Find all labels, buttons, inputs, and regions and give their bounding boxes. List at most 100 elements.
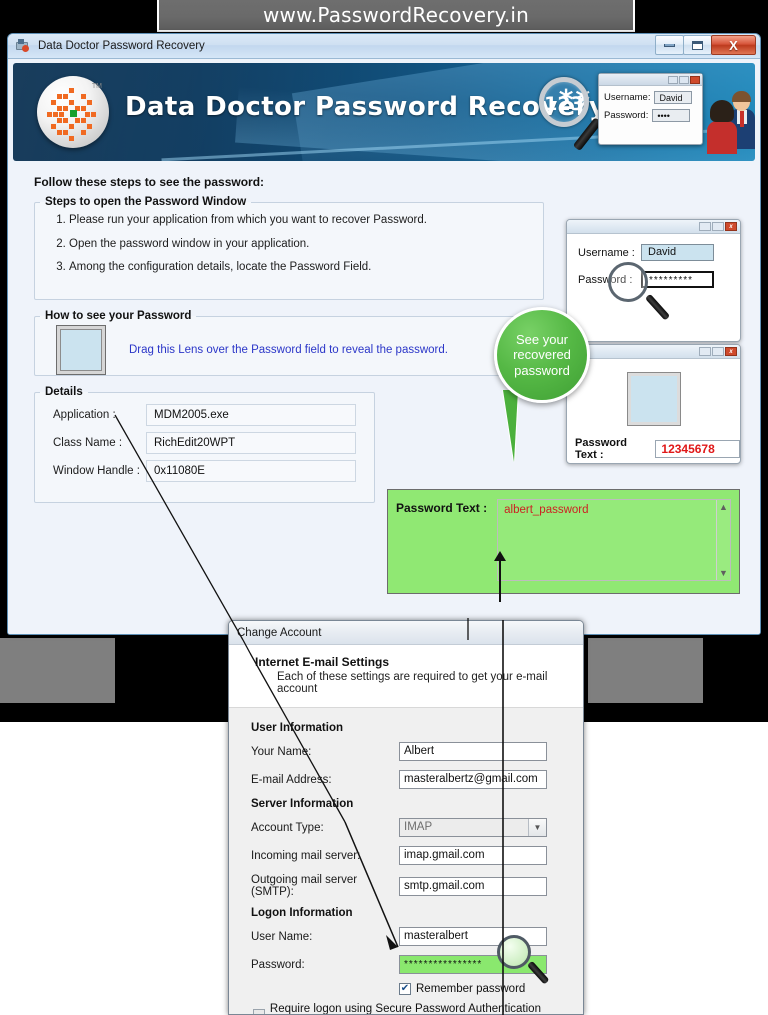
spa-label: Require logon using Secure Password Auth…: [269, 1003, 541, 1015]
window-handle-label: Window Handle :: [53, 465, 140, 477]
step-item: Please run your application from which y…: [69, 214, 543, 227]
steps-group: Steps to open the Password Window Please…: [34, 196, 544, 300]
close-button[interactable]: X: [711, 35, 756, 55]
site-url-text: www.PasswordRecovery.in: [262, 3, 530, 27]
callout-line-1: See your: [515, 332, 569, 348]
detail-row-class-name: Class Name : RichEdit20WPT: [53, 432, 374, 454]
instructions-heading: Follow these steps to see the password:: [34, 175, 265, 189]
banner-password-label: Password:: [604, 110, 649, 121]
minimize-icon: [664, 43, 675, 47]
callout-line-2: recovered: [513, 347, 571, 363]
step-item: Among the configuration details, locate …: [69, 261, 543, 274]
checkbox-empty-icon: [253, 1009, 265, 1014]
detail-row-application: Application : MDM2005.exe: [53, 404, 374, 426]
remember-password-checkbox[interactable]: ✔ Remember password: [399, 983, 571, 995]
backdrop-gray-right: [588, 638, 703, 703]
logon-information-section: Logon Information: [251, 907, 353, 919]
people-illustration: [695, 91, 755, 154]
your-name-label: Your Name:: [251, 745, 312, 758]
change-account-dialog: Change Account Internet E-mail Settings …: [228, 620, 584, 1015]
details-group: Details Application : MDM2005.exe Class …: [34, 386, 375, 503]
draggable-lens[interactable]: [56, 325, 106, 375]
preview-magnifier-icon: [608, 262, 648, 302]
banner-login-titlebar: [599, 74, 702, 86]
account-type-select[interactable]: IMAP ▼: [399, 818, 547, 837]
details-group-legend: Details: [45, 386, 83, 398]
scroll-down-icon[interactable]: ▼: [719, 568, 728, 578]
chevron-down-icon[interactable]: ▼: [528, 819, 546, 836]
site-url-banner: www.PasswordRecovery.in: [157, 0, 635, 32]
email-address-row: E-mail Address: masteralbertz@gmail.com: [251, 770, 571, 789]
server-information-section: Server Information: [251, 798, 354, 810]
step-item: Open the password window in your applica…: [69, 238, 543, 251]
banner-username-row: Username: David: [599, 86, 702, 104]
window-controls: X: [655, 35, 756, 55]
preview2-password-text-value: 12345678: [655, 440, 740, 458]
minimize-button[interactable]: [655, 35, 684, 55]
person-female-icon: [707, 100, 737, 154]
banner-login-window: Username: David Password: ••••: [598, 73, 703, 145]
callout-tail: [503, 390, 518, 462]
dialog-password-label: Password:: [251, 958, 305, 971]
email-address-label: E-mail Address:: [251, 773, 332, 786]
your-name-row: Your Name: Albert: [251, 742, 571, 761]
incoming-mail-server-input[interactable]: imap.gmail.com: [399, 846, 547, 865]
password-text-label: Password Text :: [396, 501, 488, 515]
dialog-magnifier-icon: [497, 935, 531, 969]
email-address-input[interactable]: masteralbertz@gmail.com: [399, 770, 547, 789]
steps-list: Please run your application from which y…: [35, 214, 543, 274]
preview2-titlebar: x: [567, 345, 740, 359]
banner-password-value: ••••: [652, 109, 691, 122]
banner-username-value: David: [654, 91, 693, 104]
incoming-mail-server-label: Incoming mail server:: [251, 849, 361, 862]
main-application-window: Data Doctor Password Recovery X TM Data …: [7, 33, 761, 635]
password-window-preview: x Username : David Password : *********: [566, 219, 741, 342]
steps-group-legend: Steps to open the Password Window: [45, 196, 247, 208]
scroll-up-icon[interactable]: ▲: [719, 502, 728, 512]
window-title: Data Doctor Password Recovery: [38, 40, 205, 52]
outgoing-mail-server-row: Outgoing mail server (SMTP): smtp.gmail.…: [251, 874, 571, 898]
backdrop-gray-left: [0, 638, 115, 703]
banner-username-label: Username:: [604, 92, 651, 103]
upward-pointer-arrow: [494, 551, 506, 602]
preview1-username-row: Username : David: [567, 234, 740, 261]
maximize-button[interactable]: [683, 35, 712, 55]
user-information-section: User Information: [251, 722, 344, 734]
preview1-password-value: *********: [641, 271, 714, 288]
recovered-password-panel: Password Text : albert_password ▲ ▼: [387, 489, 740, 594]
preview2-password-text-row: Password Text : 12345678: [575, 437, 740, 461]
incoming-mail-server-row: Incoming mail server: imap.gmail.com: [251, 846, 571, 865]
recovered-window-preview: x Password Text : 12345678: [566, 344, 741, 464]
outgoing-mail-server-label: Outgoing mail server (SMTP):: [251, 874, 358, 898]
app-icon: [16, 39, 32, 53]
account-type-row: Account Type: IMAP ▼: [251, 818, 571, 837]
account-type-label: Account Type:: [251, 821, 324, 834]
product-title: Data Doctor Password Recovery: [125, 92, 607, 122]
product-banner: TM Data Doctor Password Recovery ** 123: [13, 63, 755, 161]
class-name-value: RichEdit20WPT: [146, 432, 356, 454]
window-title-bar[interactable]: Data Doctor Password Recovery X: [8, 34, 760, 59]
detail-row-window-handle: Window Handle : 0x11080E: [53, 460, 374, 482]
password-text-field[interactable]: albert_password ▲ ▼: [497, 499, 731, 581]
application-label: Application :: [53, 409, 116, 421]
application-value: MDM2005.exe: [146, 404, 356, 426]
preview1-username-label: Username :: [578, 246, 635, 259]
dialog-heading: Internet E-mail Settings: [255, 655, 390, 669]
screen: www.PasswordRecovery.in Data Doctor Pass…: [0, 0, 768, 1015]
banner-password-row: Password: ••••: [599, 104, 702, 122]
password-scrollbar[interactable]: ▲ ▼: [716, 500, 730, 580]
remember-password-label: Remember password: [416, 983, 526, 995]
callout-line-3: password: [514, 362, 570, 378]
spa-checkbox[interactable]: Require logon using Secure Password Auth…: [253, 1003, 571, 1015]
callout-bubble: See your recovered password: [494, 307, 590, 403]
preview1-password-row: Password : *********: [567, 261, 740, 288]
preview2-lens-icon: [626, 372, 681, 426]
dialog-title-bar[interactable]: Change Account: [229, 621, 583, 645]
account-type-value: IMAP: [404, 821, 433, 833]
dialog-subheading: Each of these settings are required to g…: [277, 671, 548, 695]
your-name-input[interactable]: Albert: [399, 742, 547, 761]
company-logo: TM: [37, 76, 109, 148]
class-name-label: Class Name :: [53, 437, 123, 449]
outgoing-mail-server-input[interactable]: smtp.gmail.com: [399, 876, 547, 896]
preview2-password-text-label: Password Text :: [575, 437, 627, 461]
